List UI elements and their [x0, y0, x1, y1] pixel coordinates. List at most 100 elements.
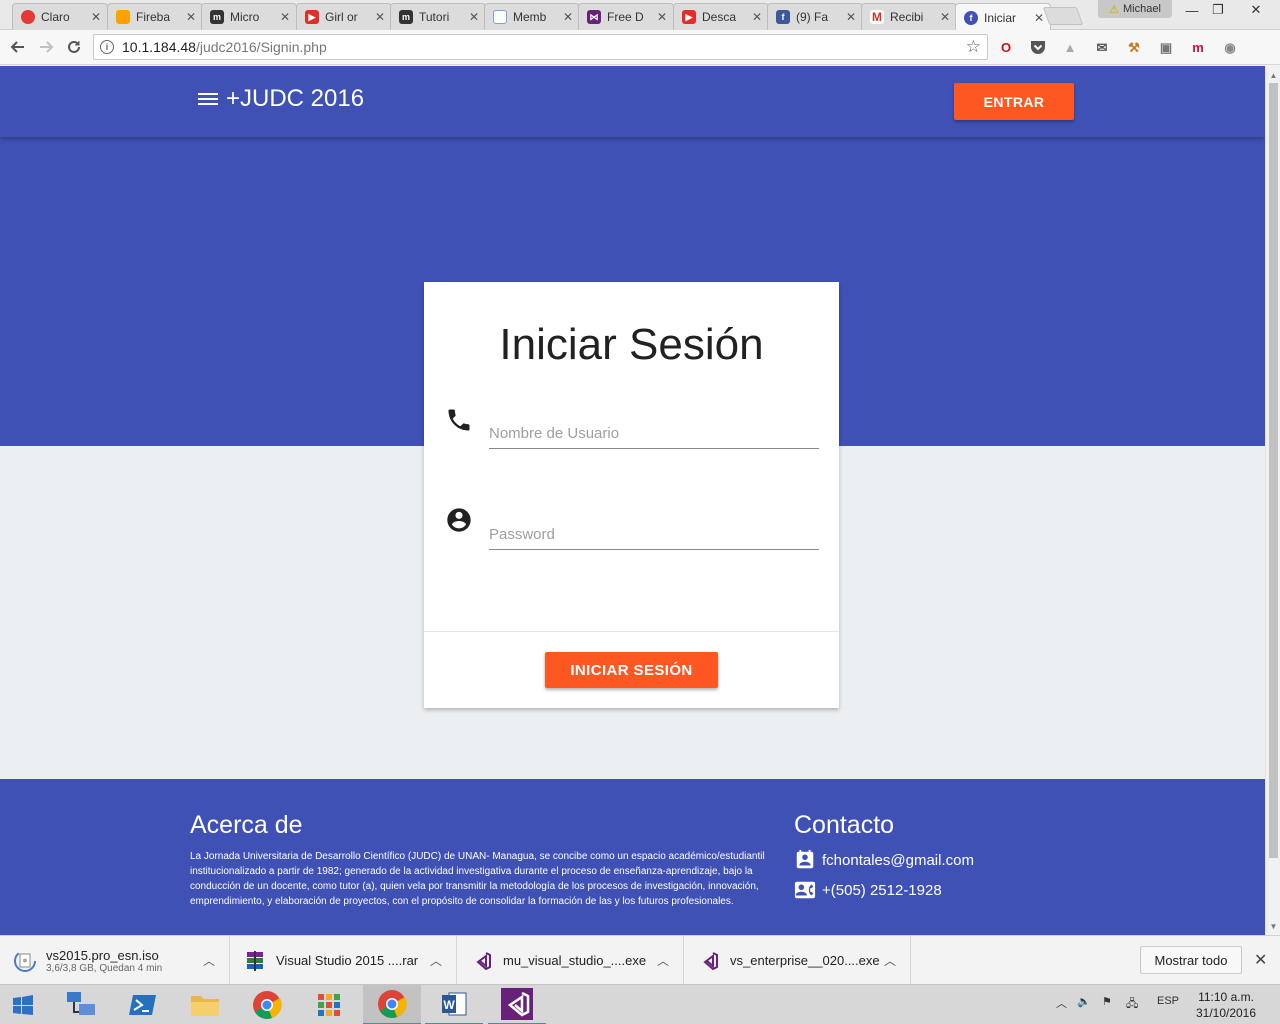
password-input[interactable] [489, 506, 819, 549]
tab-facebook[interactable]: f (9) Fa ✕ [767, 3, 863, 30]
tab-tutorial[interactable]: m Tutori ✕ [390, 3, 486, 30]
contact-phone-icon [794, 881, 816, 899]
tab-memb[interactable]: Memb ✕ [484, 3, 580, 30]
bookmark-star-icon[interactable]: ☆ [966, 37, 981, 57]
taskbar-visual-studio[interactable] [488, 985, 546, 1024]
taskbar-word[interactable]: W [425, 985, 483, 1024]
tab-label: Micro [230, 10, 260, 24]
tab-claro[interactable]: Claro ✕ [12, 3, 108, 30]
chevron-up-icon[interactable]: ︿ [430, 952, 442, 969]
password-field[interactable] [489, 506, 819, 550]
taskbar-file-explorer[interactable] [176, 985, 234, 1024]
download-item[interactable]: vs2015.pro_esn.iso 3,6/3,8 GB, Quedan 4 … [0, 936, 230, 985]
show-hidden-icons[interactable]: ︿ [1056, 995, 1067, 1011]
visual-studio-icon: ⋈ [587, 10, 601, 24]
scroll-up-icon[interactable]: ▲ [1266, 68, 1280, 82]
hamburger-menu-icon[interactable] [198, 90, 218, 110]
taskbar-network-app[interactable] [52, 985, 110, 1024]
close-download-bar-icon[interactable]: ✕ [1254, 950, 1267, 970]
reload-icon [68, 40, 80, 53]
url-path: /judc2016/Signin.php [195, 39, 327, 55]
windows-logo-icon [13, 995, 33, 1015]
page-scrollbar[interactable]: ▲ ▼ [1265, 66, 1280, 935]
close-icon[interactable]: ✕ [184, 10, 198, 24]
close-icon[interactable]: ✕ [655, 10, 669, 24]
taskbar-powershell[interactable] [114, 985, 172, 1024]
mail-extension-icon[interactable]: ✉ [1093, 39, 1111, 56]
address-bar[interactable]: i 10.1.184.48/judc2016/Signin.php ☆ [93, 34, 988, 60]
clock-date: 31/10/2016 [1195, 1006, 1257, 1020]
gmail-icon: M [870, 10, 884, 24]
forward-button[interactable] [36, 37, 56, 57]
contact-email[interactable]: fchontales@gmail.com [822, 852, 974, 869]
profile-badge[interactable]: ⚠ Michael [1098, 0, 1172, 18]
tab-label: (9) Fa [796, 10, 829, 24]
back-button[interactable] [8, 37, 28, 57]
tab-gmail[interactable]: M Recibi ✕ [861, 3, 957, 30]
reload-button[interactable] [64, 37, 84, 57]
tab-label: Memb [513, 10, 547, 24]
entrar-button[interactable]: ENTRAR [954, 83, 1074, 120]
iniciar-sesion-button[interactable]: INICIAR SESIÓN [545, 652, 718, 688]
tab-youtube-girl[interactable]: ▶ Girl or ✕ [296, 3, 392, 30]
close-icon[interactable]: ✕ [278, 10, 292, 24]
hammer-extension-icon[interactable]: ⚒ [1125, 39, 1143, 56]
forward-arrow-icon [40, 41, 54, 53]
show-all-downloads-button[interactable]: Mostrar todo [1140, 946, 1242, 974]
scroll-thumb[interactable] [1269, 83, 1278, 858]
tab-free-download[interactable]: ⋈ Free D ✕ [578, 3, 674, 30]
close-icon[interactable]: ✕ [467, 10, 481, 24]
chevron-up-icon[interactable]: ︿ [657, 952, 669, 969]
opera-extension-icon[interactable]: O [997, 39, 1015, 56]
contact-email-row: fchontales@gmail.com [794, 849, 974, 871]
close-icon[interactable]: ✕ [750, 10, 764, 24]
tab-label: Free D [607, 10, 644, 24]
download-item[interactable]: vs_enterprise__020....exe ︿ [684, 936, 911, 985]
menu-extension-icon[interactable]: ◉ [1221, 39, 1239, 56]
network-tray-icon[interactable]: 🖧 [1126, 995, 1138, 1014]
download-item[interactable]: Visual Studio 2015 ....rar ︿ [230, 936, 457, 985]
close-icon[interactable]: ✕ [89, 10, 103, 24]
close-icon[interactable]: ✕ [373, 10, 387, 24]
volume-icon[interactable]: 🔈 [1077, 995, 1091, 1008]
close-icon[interactable]: ✕ [561, 10, 575, 24]
action-center-flag-icon[interactable]: ⚑ [1102, 995, 1112, 1008]
start-button[interactable] [0, 985, 46, 1024]
clock-time: 11:10 a.m. [1198, 990, 1254, 1004]
scroll-down-icon[interactable]: ▼ [1266, 919, 1280, 933]
mega-extension-icon[interactable]: m [1189, 39, 1207, 56]
browser-toolbar: i 10.1.184.48/judc2016/Signin.php ☆ O ▲ … [0, 30, 1280, 65]
tab-iniciar-active[interactable]: f Iniciar ✕ [955, 3, 1051, 31]
contact-phone[interactable]: +(505) 2512-1928 [822, 882, 942, 899]
window-close-button[interactable]: ✕ [1236, 0, 1276, 20]
download-name: vs_enterprise__020....exe [730, 953, 880, 968]
pocket-extension-icon[interactable] [1029, 39, 1047, 56]
save-extension-icon[interactable]: ▣ [1157, 39, 1175, 56]
chevron-up-icon[interactable]: ︿ [203, 952, 215, 969]
tab-label: Tutori [419, 10, 450, 24]
tab-youtube-descarga[interactable]: ▶ Desca ✕ [673, 3, 769, 30]
username-field[interactable] [489, 405, 819, 449]
taskbar-apps-grid[interactable] [300, 985, 358, 1024]
close-icon[interactable]: ✕ [938, 10, 952, 24]
taskbar-chrome-active[interactable] [363, 985, 421, 1024]
download-progress-text: 3,6/3,8 GB, Quedan 4 min [46, 962, 163, 974]
drive-extension-icon[interactable]: ▲ [1061, 39, 1079, 56]
close-icon[interactable]: ✕ [844, 10, 858, 24]
new-tab-button[interactable] [1042, 7, 1084, 25]
download-item[interactable]: mu_visual_studio_....exe ︿ [457, 936, 684, 985]
visual-studio-icon [471, 948, 493, 974]
app-grid-icon [318, 994, 340, 1016]
minimize-button[interactable]: — [1178, 0, 1206, 20]
taskbar-chrome[interactable] [238, 985, 296, 1024]
tab-micro[interactable]: m Micro ✕ [201, 3, 297, 30]
info-icon[interactable]: i [100, 40, 114, 54]
username-input[interactable] [489, 405, 819, 448]
system-clock[interactable]: 11:10 a.m. 31/10/2016 [1186, 989, 1266, 1021]
tab-firebase[interactable]: Fireba ✕ [107, 3, 203, 30]
chevron-up-icon[interactable]: ︿ [884, 952, 896, 969]
language-indicator[interactable]: ESP [1157, 995, 1179, 1007]
web-page: +JUDC 2016 ENTRAR Iniciar Sesión INICIAR… [0, 66, 1265, 935]
restore-button[interactable]: ❐ [1204, 0, 1232, 20]
site-brand[interactable]: +JUDC 2016 [226, 85, 364, 113]
